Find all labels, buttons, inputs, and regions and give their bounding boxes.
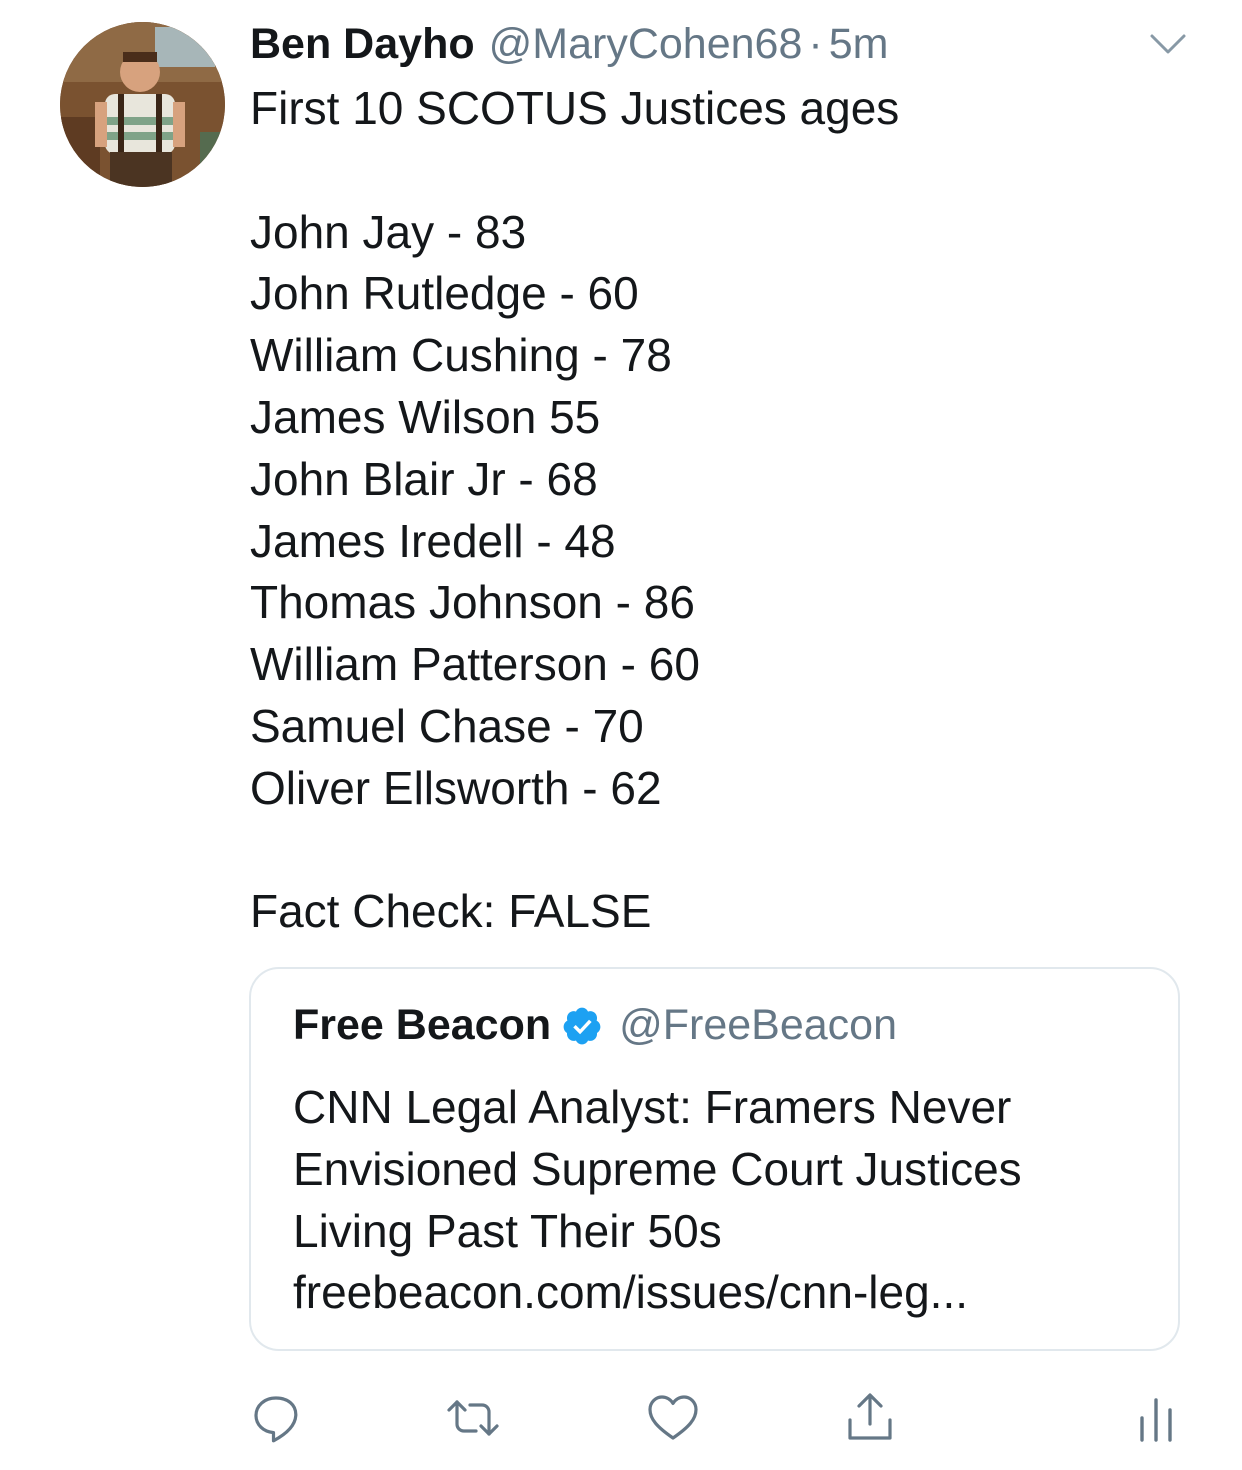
justice-line: James Wilson 55 <box>250 390 601 443</box>
tweet-body: First 10 SCOTUS Justices ages John Jay -… <box>250 78 1190 943</box>
quoted-tweet-body: CNN Legal Analyst: Framers Never Envisio… <box>293 1077 1153 1324</box>
quoted-link[interactable]: freebeacon.com/issues/cnn-leg... <box>293 1262 1153 1324</box>
analytics-icon[interactable] <box>1128 1390 1184 1446</box>
separator-dot: · <box>808 20 823 68</box>
justice-line: John Jay - 83 <box>250 205 527 258</box>
verified-badge-icon <box>563 1007 601 1044</box>
chevron-down-icon[interactable] <box>1148 30 1188 58</box>
reply-icon[interactable] <box>248 1390 304 1446</box>
tweet-header: Ben Dayho @MaryCohen68 · 5m <box>250 20 888 70</box>
heart-icon[interactable] <box>645 1390 701 1446</box>
retweet-icon[interactable] <box>445 1390 501 1446</box>
quoted-tweet[interactable]: Free Beacon @FreeBeacon CNN Legal Analys… <box>249 967 1180 1351</box>
justice-line: William Cushing - 78 <box>250 329 672 382</box>
quoted-text-line: Living Past Their 50s <box>293 1204 722 1257</box>
tweet-outro: Fact Check: FALSE <box>250 885 652 938</box>
tweet-actions <box>0 1390 1242 1450</box>
author-handle[interactable]: @MaryCohen68 <box>489 20 803 69</box>
quoted-text-line: CNN Legal Analyst: Framers Never <box>293 1081 1012 1133</box>
justice-line: John Blair Jr - 68 <box>250 452 598 505</box>
timestamp[interactable]: 5m <box>829 20 889 69</box>
tweet-intro: First 10 SCOTUS Justices ages <box>250 82 900 134</box>
author-name[interactable]: Ben Dayho <box>250 20 475 69</box>
share-icon[interactable] <box>842 1390 898 1446</box>
avatar[interactable] <box>60 22 225 187</box>
quoted-author-name[interactable]: Free Beacon <box>293 1001 551 1050</box>
quoted-tweet-header: Free Beacon @FreeBeacon <box>293 1001 897 1050</box>
justice-line: Samuel Chase - 70 <box>250 699 644 752</box>
avatar-photo <box>60 22 225 187</box>
justice-line: Oliver Ellsworth - 62 <box>250 761 662 814</box>
justice-line: James Iredell - 48 <box>250 514 616 567</box>
justice-line: Thomas Johnson - 86 <box>250 576 695 629</box>
quoted-text-line: Envisioned Supreme Court Justices <box>293 1142 1022 1195</box>
justice-line: John Rutledge - 60 <box>250 267 639 320</box>
justice-line: William Patterson - 60 <box>250 638 700 691</box>
quoted-author-handle[interactable]: @FreeBeacon <box>619 1001 897 1050</box>
